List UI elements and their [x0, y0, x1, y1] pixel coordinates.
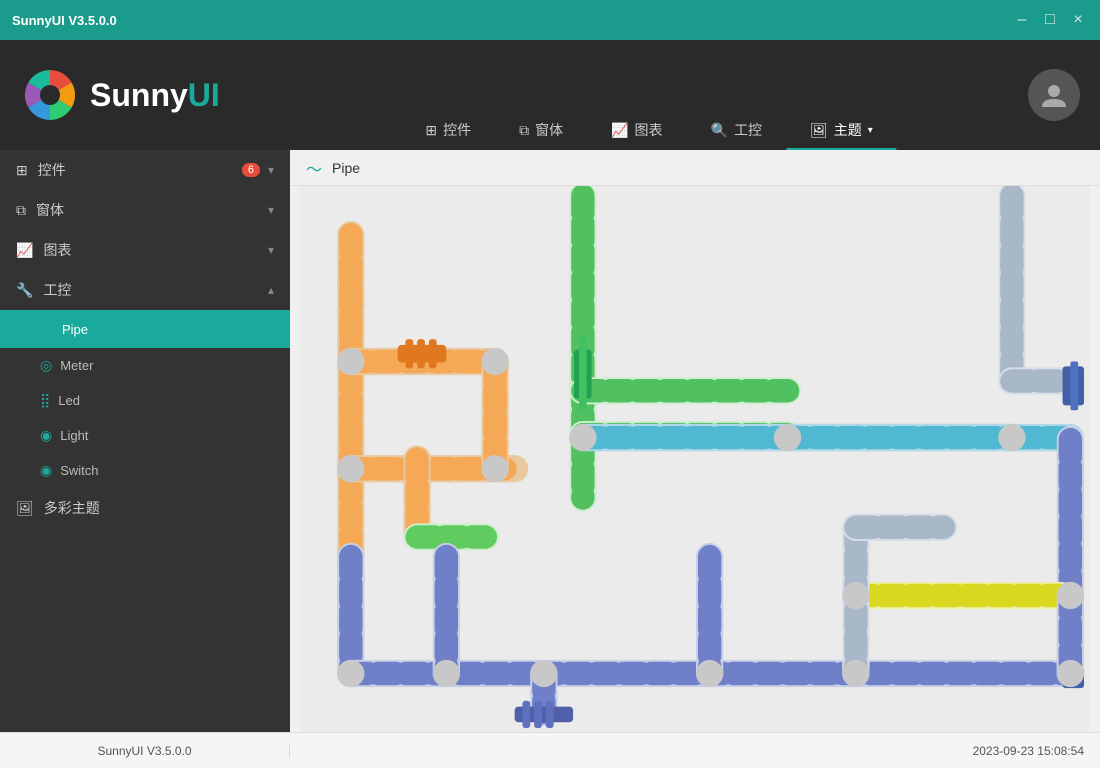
- light-label: Light: [60, 428, 88, 443]
- charts-sidebar-icon: 📈: [16, 242, 33, 259]
- meter-label: Meter: [60, 358, 93, 373]
- tab-industry[interactable]: 🔍 工控: [687, 112, 786, 150]
- pipe-diagram: [290, 186, 1100, 732]
- window-controls: – □ ×: [1012, 11, 1088, 29]
- tab-theme[interactable]: 🖼 主题 ▾: [786, 112, 897, 150]
- led-icon: ⣿: [40, 392, 50, 409]
- sidebar-item-industry[interactable]: 🔧 工控 ▴: [0, 270, 290, 310]
- windows-sidebar-icon: ⧉: [16, 202, 26, 219]
- theme-dropdown-icon: ▾: [868, 125, 873, 136]
- colorful-sidebar-icon: 🖼: [16, 500, 34, 517]
- nav-tabs: ⊞ 控件 ⧉ 窗体 📈 图表 🔍 工控 🖼 主题 ▾: [401, 112, 896, 150]
- sidebar: ⊞ 控件 6 ▾ ⧉ 窗体 ▾ 📈 图表 ▾: [0, 150, 290, 732]
- sidebar-sub-meter[interactable]: ◎ Meter: [0, 348, 290, 383]
- avatar-icon: [1038, 79, 1070, 111]
- led-label: Led: [58, 393, 80, 408]
- charts-arrow-icon: ▾: [268, 243, 274, 257]
- restore-button[interactable]: □: [1040, 11, 1060, 29]
- minimize-button[interactable]: –: [1012, 11, 1032, 29]
- windows-label: 窗体: [535, 120, 563, 140]
- industry-icon: 🔍: [711, 122, 728, 139]
- sidebar-item-colorful-left: 🖼 多彩主题: [16, 498, 100, 518]
- content-area: 〜 Pipe: [290, 150, 1100, 732]
- industry-label: 工控: [734, 120, 762, 140]
- statusbar-app-name: SunnyUI V3.5.0.0: [0, 744, 290, 758]
- meter-icon: ◎: [40, 357, 52, 374]
- charts-icon: 📈: [611, 122, 628, 139]
- controls-sidebar-icon: ⊞: [16, 162, 28, 179]
- sidebar-sub-light[interactable]: ◉ Light: [0, 418, 290, 453]
- controls-label: 控件: [443, 120, 471, 140]
- content-header-icon: 〜: [306, 156, 322, 180]
- app-title: SunnyUI V3.5.0.0: [12, 13, 117, 28]
- tab-controls[interactable]: ⊞ 控件: [401, 112, 495, 150]
- main-layout: ⊞ 控件 6 ▾ ⧉ 窗体 ▾ 📈 图表 ▾: [0, 150, 1100, 732]
- sidebar-item-industry-left: 🔧 工控: [16, 280, 71, 300]
- light-icon: ◉: [40, 427, 52, 444]
- sidebar-item-colorful[interactable]: 🖼 多彩主题: [0, 488, 290, 528]
- sidebar-sub-switch[interactable]: ◉ Switch: [0, 453, 290, 488]
- tab-windows[interactable]: ⧉ 窗体: [495, 112, 587, 150]
- logo: SunnyUI: [20, 65, 220, 125]
- industry-sidebar-icon: 🔧: [16, 282, 33, 299]
- controls-sidebar-label: 控件: [38, 160, 66, 180]
- header: SunnyUI ⊞ 控件 ⧉ 窗体 📈 图表 🔍 工控 🖼 主题 ▾: [0, 40, 1100, 150]
- switch-label: Switch: [60, 463, 98, 478]
- sidebar-item-controls[interactable]: ⊞ 控件 6 ▾: [0, 150, 290, 190]
- industry-arrow-icon: ▴: [268, 283, 274, 297]
- controls-icon: ⊞: [425, 122, 437, 139]
- pipe-icon: 〜: [40, 319, 54, 339]
- sidebar-item-charts[interactable]: 📈 图表 ▾: [0, 230, 290, 270]
- close-button[interactable]: ×: [1068, 11, 1088, 29]
- windows-sidebar-label: 窗体: [36, 200, 64, 220]
- sidebar-sub-pipe[interactable]: 〜 Pipe: [0, 310, 290, 348]
- sidebar-item-charts-left: 📈 图表: [16, 240, 71, 260]
- logo-text: SunnyUI: [90, 77, 220, 114]
- sidebar-sub-led[interactable]: ⣿ Led: [0, 383, 290, 418]
- charts-sidebar-label: 图表: [43, 240, 71, 260]
- pipe-label: Pipe: [62, 322, 88, 337]
- theme-label: 主题: [834, 120, 862, 140]
- tab-charts[interactable]: 📈 图表: [587, 112, 686, 150]
- statusbar: SunnyUI V3.5.0.0 2023-09-23 15:08:54: [0, 732, 1100, 768]
- windows-arrow-icon: ▾: [268, 203, 274, 217]
- user-avatar[interactable]: [1028, 69, 1080, 121]
- theme-icon: 🖼: [810, 122, 828, 139]
- windows-icon: ⧉: [519, 122, 529, 139]
- pipe-canvas: [290, 186, 1100, 732]
- content-header: 〜 Pipe: [290, 150, 1100, 186]
- switch-icon: ◉: [40, 462, 52, 479]
- sidebar-item-windows[interactable]: ⧉ 窗体 ▾: [0, 190, 290, 230]
- sidebar-item-controls-left: ⊞ 控件: [16, 160, 66, 180]
- controls-arrow-icon: ▾: [268, 163, 274, 177]
- sidebar-item-windows-left: ⧉ 窗体: [16, 200, 64, 220]
- controls-badge: 6: [242, 163, 260, 177]
- logo-icon: [20, 65, 80, 125]
- content-header-title: Pipe: [332, 160, 360, 176]
- titlebar: SunnyUI V3.5.0.0 – □ ×: [0, 0, 1100, 40]
- colorful-sidebar-label: 多彩主题: [44, 498, 100, 518]
- statusbar-datetime: 2023-09-23 15:08:54: [290, 744, 1100, 758]
- industry-sidebar-label: 工控: [43, 280, 71, 300]
- charts-label: 图表: [635, 120, 663, 140]
